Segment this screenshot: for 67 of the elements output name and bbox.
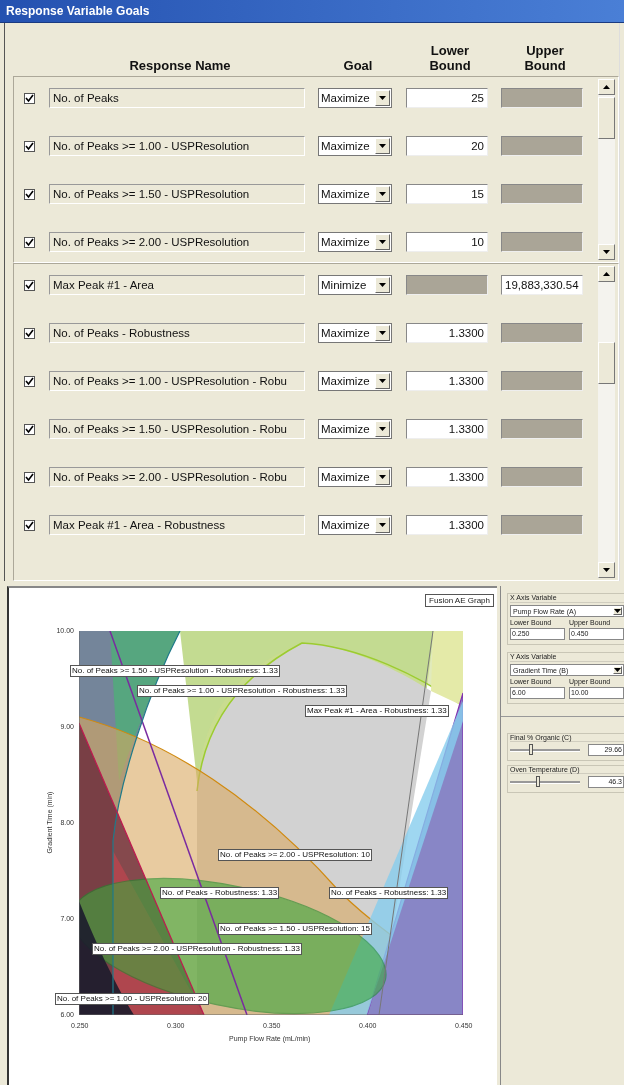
window-title: Response Variable Goals (6, 4, 150, 18)
bound-input[interactable]: 19,883,330.54 (501, 275, 583, 295)
response-name-field: No. of Peaks (49, 88, 305, 108)
scrollbar[interactable] (598, 79, 615, 260)
goal-dropdown[interactable]: Maximize (318, 136, 392, 156)
slider-thumb[interactable] (529, 743, 533, 755)
slider-thumb[interactable] (536, 775, 540, 787)
column-header: Response Name (129, 58, 231, 73)
contour-label: No. of Peaks - Robustness: 1.33 (160, 887, 280, 899)
dropdown-arrow-icon[interactable] (613, 666, 622, 674)
contour-label: No. of Peaks >= 1.50 - USPResolution: 15 (218, 923, 372, 935)
goal-dropdown[interactable]: Maximize (318, 232, 392, 252)
bound-input[interactable]: 10 (406, 232, 488, 252)
bound-input[interactable]: 1.3300 (406, 467, 488, 487)
contour-label: No. of Peaks >= 2.00 - USPResolution: 10 (218, 849, 372, 861)
checkbox[interactable] (24, 423, 35, 435)
goal-dropdown[interactable]: Maximize (318, 371, 392, 391)
response-name-field: No. of Peaks >= 1.50 - USPResolution (49, 184, 305, 204)
scroll-down-icon[interactable] (598, 562, 615, 578)
checkbox[interactable] (24, 471, 35, 483)
goal-dropdown[interactable]: Maximize (318, 88, 392, 108)
goal-dropdown[interactable]: Maximize (318, 515, 392, 535)
checkbox[interactable] (24, 519, 35, 531)
response-name-field: No. of Peaks >= 2.00 - USPResolution (49, 232, 305, 252)
goal-dropdown[interactable]: Maximize (318, 184, 392, 204)
response-name-field: No. of Peaks >= 1.50 - USPResolution - Robu (49, 419, 305, 439)
response-name-field: No. of Peaks >= 1.00 - USPResolution (49, 136, 305, 156)
checkbox[interactable] (24, 236, 35, 248)
contour-label: No. of Peaks >= 2.00 - USPResolution - Robustness: 1.33 (92, 943, 302, 955)
checkbox[interactable] (24, 92, 35, 104)
scroll-up-icon[interactable] (598, 266, 615, 282)
scroll-down-icon[interactable] (598, 244, 615, 260)
contour-label: No. of Peaks >= 1.00 - USPResolution: 20 (55, 993, 209, 1005)
checkbox[interactable] (24, 279, 35, 291)
graph-button[interactable]: Fusion AE Graph (425, 594, 494, 607)
bound-input[interactable]: 1.3300 (406, 371, 488, 391)
goal-dropdown[interactable]: Maximize (318, 323, 392, 343)
response-name-field: No. of Peaks >= 1.00 - USPResolution - Robu (49, 371, 305, 391)
goal-dropdown[interactable]: Maximize (318, 467, 392, 487)
response-name-field: No. of Peaks - Robustness (49, 323, 305, 343)
contour-label: No. of Peaks >= 1.50 - USPResolution - Robustness: 1.33 (70, 665, 280, 677)
contour-label: Max Peak #1 - Area - Robustness: 1.33 (305, 705, 449, 717)
column-header: Lower Bound (428, 43, 472, 73)
scroll-thumb[interactable] (598, 97, 615, 139)
goal-dropdown[interactable]: Minimize (318, 275, 392, 295)
scroll-thumb[interactable] (598, 342, 615, 384)
checkbox[interactable] (24, 375, 35, 387)
checkbox[interactable] (24, 140, 35, 152)
dropdown-arrow-icon[interactable] (613, 607, 622, 615)
scroll-up-icon[interactable] (598, 79, 615, 95)
bound-input[interactable]: 1.3300 (406, 419, 488, 439)
goal-dropdown[interactable]: Maximize (318, 419, 392, 439)
bound-input[interactable]: 25 (406, 88, 488, 108)
response-name-field: No. of Peaks >= 2.00 - USPResolution - Robu (49, 467, 305, 487)
contour-label: No. of Peaks - Robustness: 1.33 (329, 887, 449, 899)
checkbox[interactable] (24, 327, 35, 339)
bound-input[interactable]: 15 (406, 184, 488, 204)
response-name-field: Max Peak #1 - Area - Robustness (49, 515, 305, 535)
response-name-field: Max Peak #1 - Area (49, 275, 305, 295)
scrollbar[interactable] (598, 266, 615, 578)
bound-input[interactable]: 20 (406, 136, 488, 156)
bound-input[interactable]: 1.3300 (406, 323, 488, 343)
checkbox[interactable] (24, 188, 35, 200)
contour-label: No. of Peaks >= 1.00 - USPResolution - Robustness: 1.33 (137, 685, 347, 697)
column-header: Goal (343, 58, 373, 73)
column-header: Upper Bound (523, 43, 567, 73)
bound-input[interactable]: 1.3300 (406, 515, 488, 535)
